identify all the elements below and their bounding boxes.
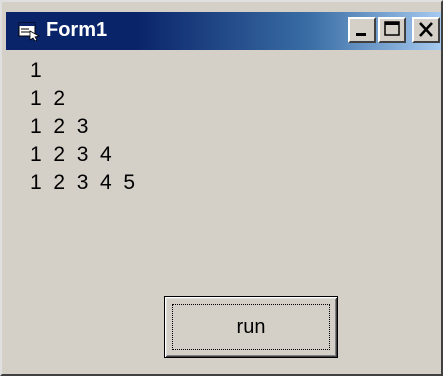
output-line-5: 1 2 3 4 5 [30, 171, 136, 194]
close-button[interactable] [412, 17, 440, 43]
output-line-2: 1 2 [30, 87, 66, 110]
form-client-area: 1 1 2 1 2 3 1 2 3 4 1 2 3 4 5 run [6, 50, 441, 374]
minimize-icon [356, 33, 366, 36]
run-button-label: run [236, 315, 266, 338]
maximize-button[interactable] [378, 17, 406, 43]
close-icon [419, 22, 433, 37]
window-title: Form1 [46, 19, 108, 41]
output-line-3: 1 2 3 [30, 115, 89, 138]
output-line-4: 1 2 3 4 [30, 143, 112, 166]
run-button[interactable]: run [164, 296, 338, 358]
minimize-button[interactable] [348, 17, 376, 43]
title-bar[interactable]: Form1 [6, 12, 441, 50]
form-app-icon[interactable] [18, 21, 41, 42]
output-line-1: 1 [30, 59, 42, 82]
form1-window: Form1 1 1 2 1 2 3 1 2 3 4 1 2 3 4 5 run [0, 0, 443, 376]
maximize-icon [384, 21, 400, 36]
